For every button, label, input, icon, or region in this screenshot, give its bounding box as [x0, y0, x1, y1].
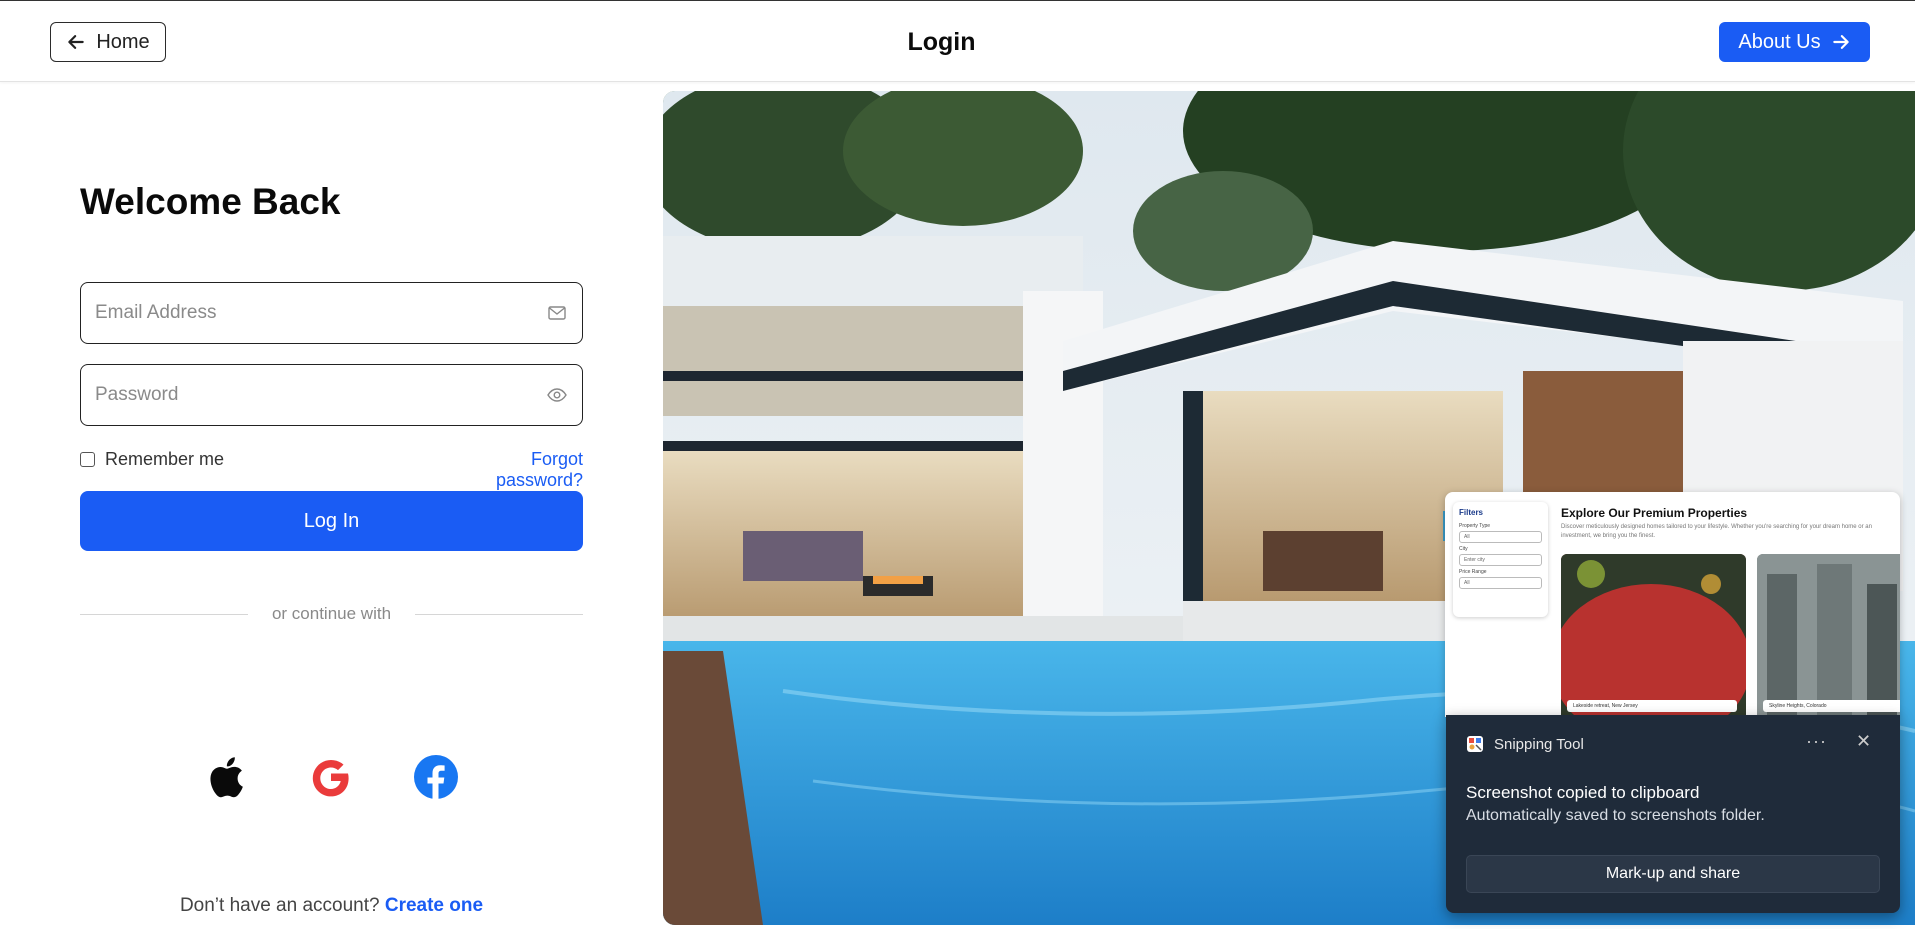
login-button[interactable]: Log In [80, 491, 583, 551]
login-panel: Welcome Back Remember me Forgot password… [0, 83, 662, 929]
welcome-heading: Welcome Back [80, 181, 341, 222]
create-account-link[interactable]: Create one [385, 895, 483, 916]
notification-app: Snipping Tool [1466, 735, 1584, 753]
preview-filter-label: City [1459, 546, 1468, 552]
skyscraper-photo [1757, 554, 1900, 717]
apple-icon [210, 757, 243, 798]
preview-filter-select: All [1459, 531, 1542, 543]
preview-title: Explore Our Premium Properties [1561, 506, 1748, 520]
preview-filters-title: Filters [1459, 508, 1484, 517]
notification-app-name: Snipping Tool [1494, 735, 1584, 753]
about-us-button[interactable]: About Us [1719, 22, 1870, 62]
preview-card-caption: Skyline Heights, Colorado [1763, 700, 1900, 712]
preview-filter-label: Price Range [1459, 569, 1487, 575]
arrow-right-icon [1832, 35, 1849, 49]
notification-body: Automatically saved to screenshots folde… [1466, 807, 1765, 824]
signup-prompt-text: Don’t have an account? [179, 895, 380, 916]
email-input[interactable] [95, 302, 546, 324]
snipping-tool-icon [1467, 736, 1483, 752]
preview-filter-select: Enter city [1459, 554, 1542, 566]
email-field[interactable] [80, 282, 583, 344]
preview-filter-label: Property Type [1459, 523, 1491, 529]
preview-property-card: Skyline Heights, Colorado [1757, 554, 1900, 717]
close-icon[interactable]: ✕ [1856, 731, 1871, 752]
preview-subtitle: Discover meticulously designed homes tai… [1561, 524, 1872, 539]
umbrella-photo [1561, 554, 1746, 717]
markup-and-share-button[interactable]: Mark-up and share [1466, 855, 1880, 893]
about-us-button-label: About Us [1738, 30, 1821, 53]
page-title: Login [907, 28, 976, 56]
preview-filter-select: All [1459, 577, 1542, 589]
facebook-icon [414, 755, 458, 799]
password-input[interactable] [95, 384, 546, 406]
google-icon [312, 760, 349, 797]
top-navigation-bar: Home Login About Us [0, 0, 1915, 82]
mail-icon [546, 302, 568, 324]
screenshot-preview[interactable]: Filters Property Type All City Enter cit… [1445, 492, 1900, 717]
remember-me[interactable]: Remember me [80, 449, 224, 470]
password-field[interactable] [80, 364, 583, 426]
eye-icon[interactable] [546, 384, 568, 406]
notification-heading: Screenshot copied to clipboard [1466, 783, 1700, 802]
forgot-password-link[interactable]: Forgot password? [440, 449, 583, 491]
preview-filters-panel: Filters Property Type All City Enter cit… [1453, 502, 1548, 617]
google-login-button[interactable] [307, 753, 355, 801]
remember-me-checkbox[interactable] [80, 452, 95, 467]
preview-card-caption: Lakeside retreat, New Jersey [1567, 700, 1737, 712]
facebook-login-button[interactable] [412, 753, 460, 801]
apple-login-button[interactable] [202, 753, 250, 801]
continue-with-divider: or continue with [80, 602, 583, 626]
more-options-icon[interactable]: ··· [1806, 731, 1827, 752]
signup-prompt: Don’t have an account? Create one [80, 895, 583, 917]
preview-property-card: Lakeside retreat, New Jersey [1561, 554, 1746, 717]
snipping-tool-notification: Snipping Tool ··· ✕ Screenshot copied to… [1446, 715, 1900, 913]
divider-line-right [415, 614, 583, 615]
remember-me-label: Remember me [105, 449, 225, 469]
